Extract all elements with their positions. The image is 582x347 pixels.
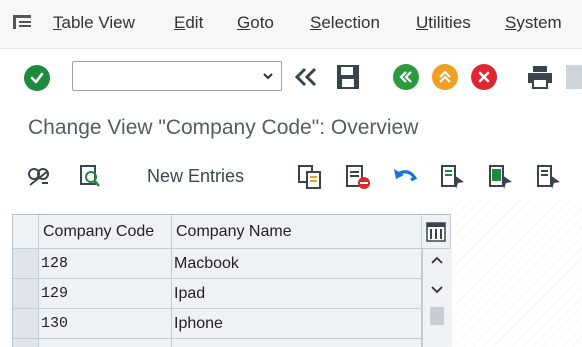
column-settings-button[interactable] bbox=[422, 215, 451, 249]
command-field[interactable] bbox=[72, 61, 282, 91]
scroll-thumb[interactable] bbox=[430, 307, 444, 325]
new-entries-button[interactable]: New Entries bbox=[147, 166, 244, 187]
menu-system[interactable]: System bbox=[505, 13, 562, 33]
company-name-cell[interactable]: Ipad bbox=[172, 279, 422, 309]
save-icon[interactable] bbox=[336, 64, 360, 90]
select-all-corner[interactable] bbox=[13, 215, 39, 249]
company-code-table: Company Code Company Name 128 Macbook 12… bbox=[12, 214, 452, 347]
menu-edit[interactable]: Edit bbox=[174, 13, 203, 33]
company-name-cell[interactable]: Macbook bbox=[172, 249, 422, 279]
company-code-cell[interactable]: 128 bbox=[39, 249, 172, 279]
close-icon bbox=[478, 71, 490, 83]
back-button[interactable] bbox=[393, 64, 419, 90]
page-title: Change View "Company Code": Overview bbox=[28, 116, 419, 139]
copy-as-icon[interactable] bbox=[297, 164, 323, 190]
menu-icon[interactable] bbox=[12, 14, 32, 30]
column-header-company-name[interactable]: Company Name bbox=[172, 215, 422, 249]
exit-button[interactable] bbox=[432, 64, 458, 90]
menu-utilities[interactable]: Utilities bbox=[416, 13, 471, 33]
deselect-all-icon[interactable] bbox=[536, 164, 562, 190]
print-icon[interactable] bbox=[527, 65, 553, 89]
display-change-icon[interactable] bbox=[26, 165, 52, 189]
scroll-down-icon[interactable] bbox=[430, 285, 444, 295]
enter-button[interactable] bbox=[24, 65, 50, 91]
scroll-up-icon[interactable] bbox=[430, 255, 444, 265]
column-header-company-code[interactable]: Company Code bbox=[39, 215, 172, 249]
delete-icon[interactable] bbox=[345, 164, 371, 190]
company-code-cell[interactable]: 130 bbox=[39, 309, 172, 339]
undo-icon[interactable] bbox=[392, 166, 420, 188]
menu-table-view[interactable]: Table View bbox=[53, 13, 135, 33]
table-settings-icon bbox=[426, 222, 446, 242]
find-icon[interactable] bbox=[566, 65, 582, 89]
company-name-cell[interactable]: Iphone bbox=[172, 309, 422, 339]
row-selector[interactable] bbox=[13, 249, 39, 279]
row-selector[interactable] bbox=[13, 309, 39, 339]
background-pattern bbox=[452, 200, 582, 346]
company-code-cell[interactable]: 129 bbox=[39, 279, 172, 309]
double-chevron-left-icon bbox=[399, 71, 412, 83]
cancel-button[interactable] bbox=[471, 64, 497, 90]
menu-selection[interactable]: Selection bbox=[310, 13, 380, 33]
row-selector[interactable] bbox=[13, 279, 39, 309]
standard-toolbar bbox=[0, 49, 582, 107]
chevron-down-icon[interactable] bbox=[261, 69, 275, 83]
select-block-icon[interactable] bbox=[488, 164, 514, 190]
menu-bar: Table View Edit Goto Selection Utilities… bbox=[0, 0, 582, 49]
menu-goto[interactable]: Goto bbox=[237, 13, 274, 33]
select-all-icon[interactable] bbox=[440, 164, 466, 190]
find-detail-icon[interactable] bbox=[78, 164, 102, 190]
vertical-scrollbar[interactable] bbox=[422, 249, 452, 347]
collapse-left-icon[interactable] bbox=[293, 67, 319, 87]
checkmark-icon bbox=[30, 72, 44, 84]
double-chevron-up-icon bbox=[439, 70, 451, 83]
command-input[interactable] bbox=[77, 66, 251, 88]
